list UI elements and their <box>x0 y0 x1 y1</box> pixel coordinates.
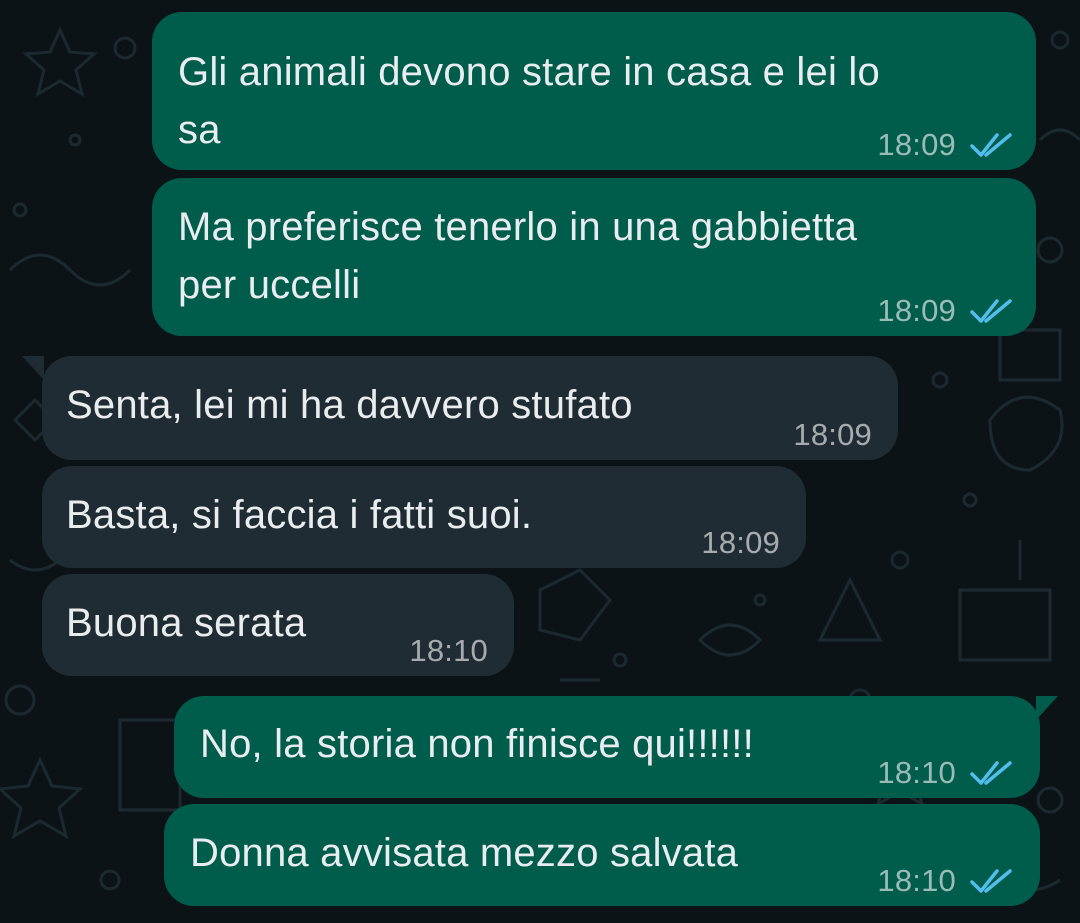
message-text: Gli animali devono stare in casa e lei l… <box>178 50 880 152</box>
message-time: 18:09 <box>701 525 780 560</box>
double-check-icon <box>970 869 1012 893</box>
message-text: No, la storia non finisce qui!!!!!! <box>200 722 754 766</box>
message-time: 18:10 <box>877 755 956 790</box>
message-time: 18:09 <box>877 127 956 162</box>
message-meta: 18:10 <box>877 852 1016 910</box>
double-check-icon <box>970 133 1012 157</box>
chat-conversation[interactable]: Gli animali devono stare in casa e lei l… <box>0 0 1080 923</box>
message-bubble-outgoing[interactable]: No, la storia non finisce qui!!!!!! 18:1… <box>174 696 1058 798</box>
message-meta: 18:10 <box>877 744 1016 802</box>
message-bubble-outgoing[interactable]: Gli animali devono stare in casa e lei l… <box>152 12 1036 170</box>
message-meta: 18:10 <box>409 622 488 680</box>
message-text: Senta, lei mi ha davvero stufato <box>66 383 633 427</box>
message-bubble-outgoing[interactable]: Donna avvisata mezzo salvata 18:10 <box>164 804 1040 906</box>
message-bubble-incoming[interactable]: Senta, lei mi ha davvero stufato 18:09 <box>22 356 898 460</box>
message-bubble-incoming[interactable]: Basta, si faccia i fatti suoi. 18:09 <box>42 466 806 568</box>
message-time: 18:09 <box>793 417 872 452</box>
message-meta: 18:09 <box>793 406 872 464</box>
message-time: 18:09 <box>877 293 956 328</box>
message-text: Buona serata <box>66 601 307 645</box>
message-meta: 18:09 <box>877 282 1016 340</box>
double-check-icon <box>970 761 1012 785</box>
double-check-icon <box>970 299 1012 323</box>
message-text: Basta, si faccia i fatti suoi. <box>66 493 533 537</box>
message-text: Donna avvisata mezzo salvata <box>190 831 739 875</box>
message-bubble-incoming[interactable]: Buona serata 18:10 <box>42 574 514 676</box>
message-meta: 18:09 <box>877 116 1016 174</box>
message-time: 18:10 <box>877 863 956 898</box>
message-text: Ma preferisce tenerlo in una gabbietta p… <box>178 205 858 307</box>
message-bubble-outgoing[interactable]: Ma preferisce tenerlo in una gabbietta p… <box>152 178 1036 336</box>
message-meta: 18:09 <box>701 514 780 572</box>
message-time: 18:10 <box>409 633 488 668</box>
